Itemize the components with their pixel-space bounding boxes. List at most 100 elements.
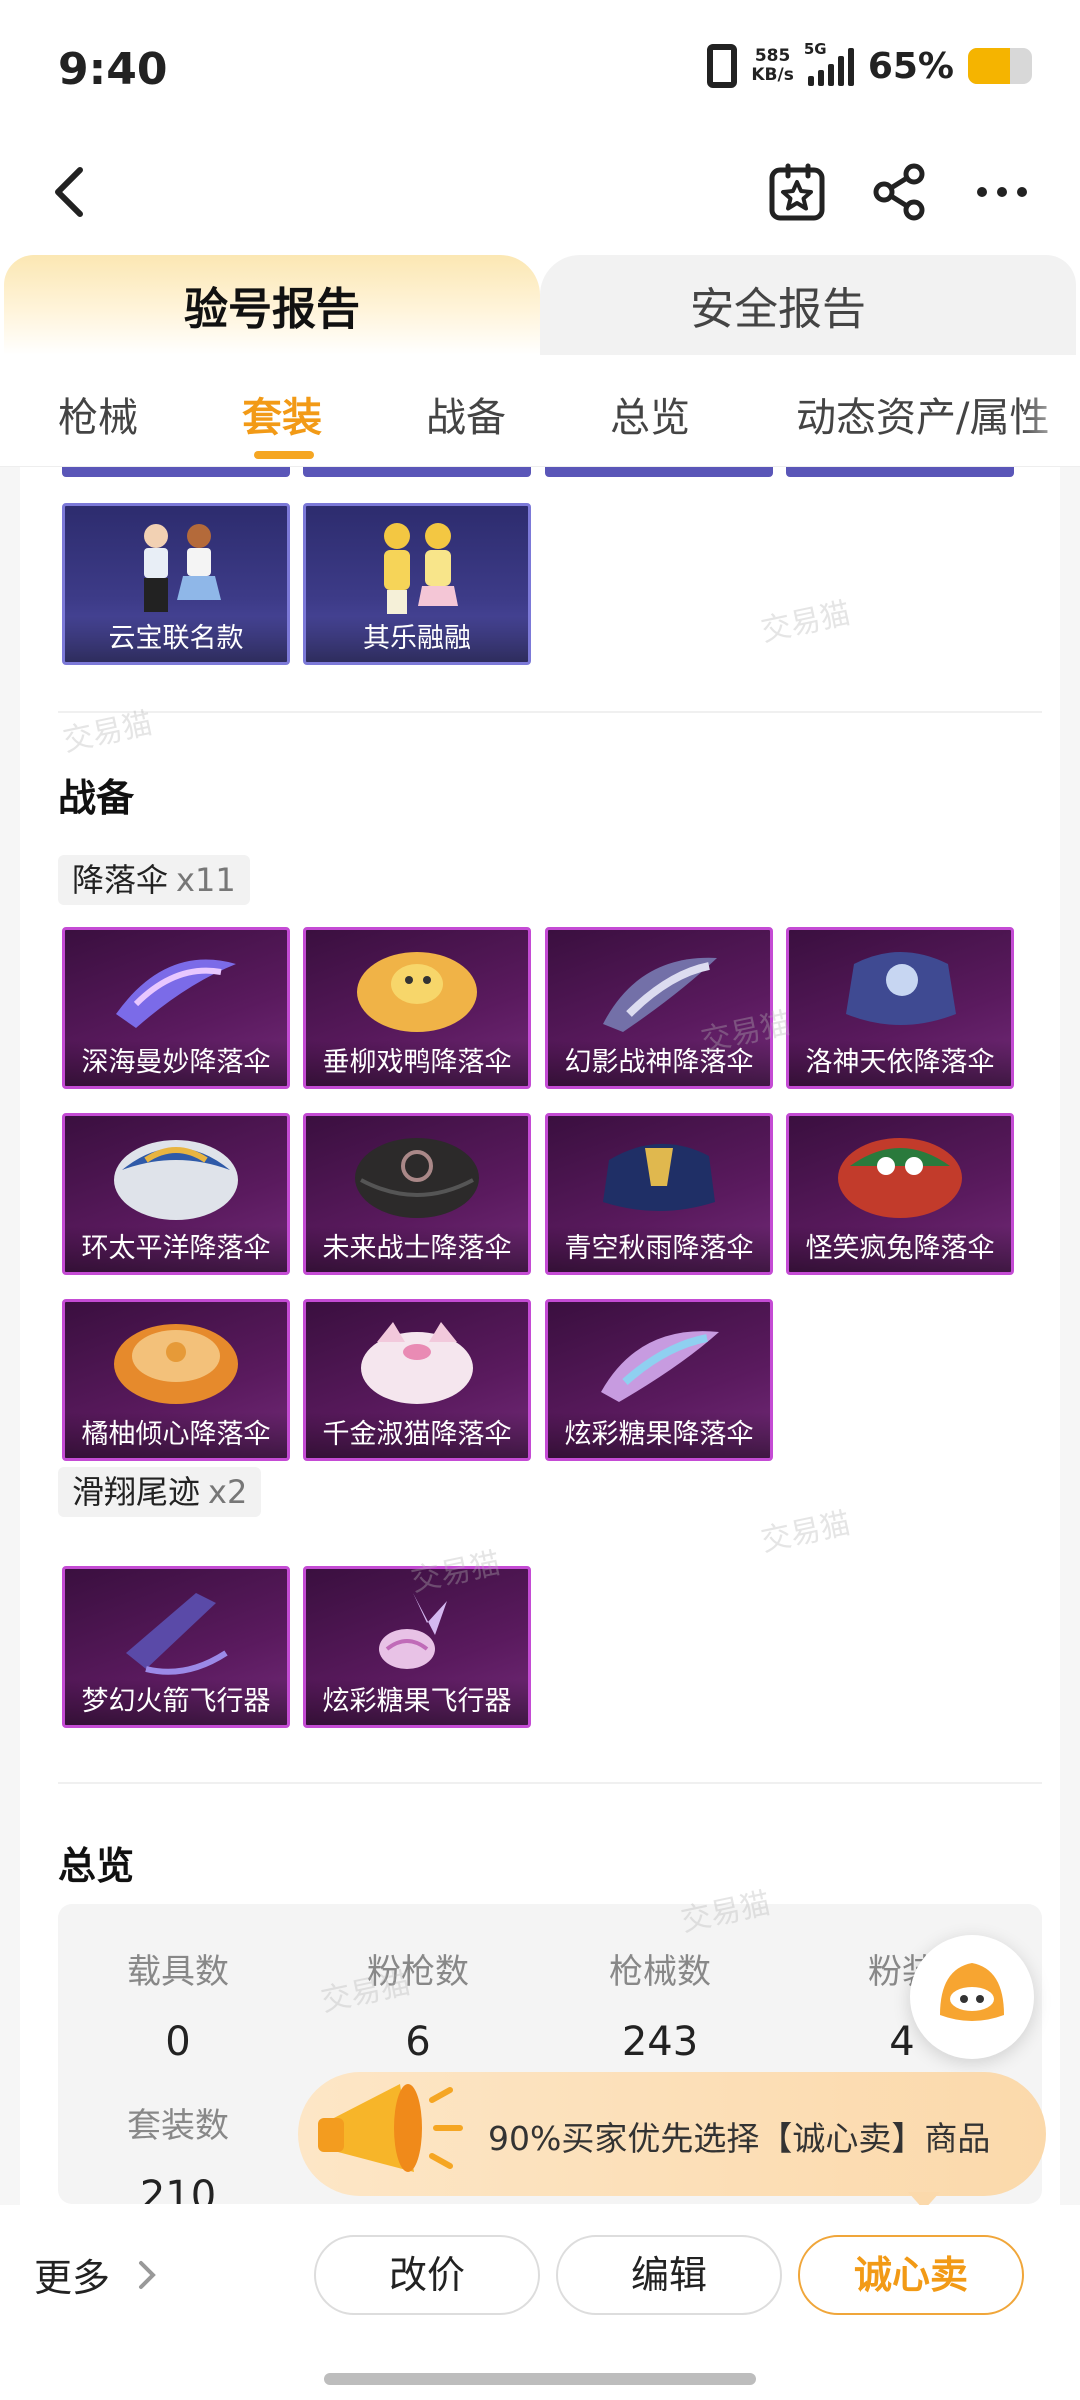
parachute-label: 未来战士降落伞	[306, 1226, 528, 1272]
stat-value: 243	[621, 2019, 699, 2065]
parachute-item[interactable]: 洛神天依降落伞	[786, 927, 1014, 1089]
stat-value: 0	[165, 2019, 191, 2065]
tab-account-report[interactable]: 验号报告	[4, 255, 540, 355]
outfit-figures-icon	[384, 523, 458, 614]
share-icon[interactable]	[868, 160, 932, 224]
app-page: 9:40 585 KB/s 5G 65% 验号报告 安全报告 枪械 套装 战备 …	[0, 0, 1080, 2400]
network-type: 5G	[803, 40, 827, 58]
parachute-item[interactable]: 未来战士降落伞	[303, 1113, 531, 1275]
edit-button[interactable]: 编辑	[556, 2235, 782, 2315]
section-divider	[58, 1782, 1042, 1784]
parachute-icon	[114, 1140, 238, 1220]
glider-icon	[126, 1593, 228, 1675]
outfit-item[interactable]: 云宝联名款	[62, 503, 290, 665]
home-indicator	[324, 2373, 756, 2385]
status-icons: 585 KB/s 5G 65%	[707, 40, 1032, 88]
parachute-label: 青空秋雨降落伞	[548, 1226, 770, 1272]
tab-dynamic-assets[interactable]: 动态资产/属性	[796, 385, 1049, 443]
parachute-label: 怪笑疯兔降落伞	[789, 1226, 1011, 1272]
chevron-right-icon	[139, 2260, 156, 2289]
stat-value: 210	[139, 2173, 217, 2204]
favorite-star-icon[interactable]	[766, 160, 830, 224]
parachute-label: 洛神天依降落伞	[789, 1040, 1011, 1086]
section-divider	[58, 711, 1042, 713]
parachute-chip-label: 降落伞	[72, 861, 169, 899]
parachute-label: 千金淑猫降落伞	[306, 1412, 528, 1458]
parachute-item[interactable]: 深海曼妙降落伞	[62, 927, 290, 1089]
tab-guns[interactable]: 枪械	[58, 385, 138, 443]
gear-section-title: 战备	[58, 776, 135, 820]
trail-chip-count: x2	[208, 1473, 248, 1511]
parachute-icon	[846, 952, 956, 1025]
battery-percent: 65%	[867, 45, 954, 87]
parachute-icon	[114, 1324, 238, 1404]
change-price-button[interactable]: 改价	[314, 2235, 540, 2315]
stat-value: 6	[405, 2019, 431, 2065]
parachute-item[interactable]: 垂柳戏鸭降落伞	[303, 927, 531, 1089]
outfit-figures-icon	[144, 524, 221, 612]
parachute-icon	[357, 952, 477, 1032]
parachute-icon	[603, 957, 717, 1032]
parachute-icon	[116, 959, 236, 1028]
content-card: 云宝联名款 其乐融融 战备 降落伞 x11 深海曼妙降落伞 垂柳戏鸭降落伞 幻影战…	[20, 467, 1060, 2207]
net-speed: 585 KB/s	[751, 47, 793, 85]
parachute-item[interactable]: 千金淑猫降落伞	[303, 1299, 531, 1461]
parachute-icon	[603, 1143, 715, 1211]
net-speed-unit: KB/s	[751, 65, 794, 85]
more-label: 更多	[34, 2256, 111, 2300]
tab-gear[interactable]: 战备	[426, 385, 506, 443]
tab-account-report-label: 验号报告	[184, 284, 360, 335]
bottom-action-bar: 更多 改价 编辑 诚心卖	[0, 2205, 1080, 2400]
back-icon[interactable]	[42, 162, 102, 222]
stat-key: 载具数	[127, 1952, 229, 1992]
parachute-icon	[838, 1138, 962, 1218]
parachute-icon	[361, 1322, 473, 1404]
glider-icon	[379, 1593, 447, 1669]
parachute-item[interactable]: 炫彩糖果降落伞	[545, 1299, 773, 1461]
status-time: 9:40	[58, 44, 168, 95]
active-tab-indicator	[254, 451, 314, 459]
parachute-count-chip: 降落伞 x11	[58, 855, 250, 905]
sincere-sell-button[interactable]: 诚心卖	[798, 2235, 1024, 2315]
tab-outfits[interactable]: 套装	[242, 385, 322, 443]
report-segment: 验号报告 安全报告 A	[0, 255, 1080, 355]
stat-key: 套装数	[127, 2106, 229, 2146]
trail-item[interactable]: 梦幻火箭飞行器	[62, 1566, 290, 1728]
watermark: 交易猫	[60, 705, 156, 759]
battery-icon	[968, 48, 1032, 84]
tab-overview[interactable]: 总览	[610, 385, 690, 443]
parachute-item[interactable]: 青空秋雨降落伞	[545, 1113, 773, 1275]
vibrate-icon	[707, 44, 738, 88]
net-speed-value: 585	[754, 46, 791, 66]
parachute-item[interactable]: 环太平洋降落伞	[62, 1113, 290, 1275]
parachute-item[interactable]: 怪笑疯兔降落伞	[786, 1113, 1014, 1275]
signal-icon: 5G	[804, 40, 854, 86]
trail-label: 炫彩糖果飞行器	[306, 1679, 528, 1725]
parachute-item[interactable]: 橘柚倾心降落伞	[62, 1299, 290, 1461]
mascot-icon	[940, 1963, 1004, 2021]
more-button[interactable]: 更多	[34, 2247, 158, 2302]
trail-chip-label: 滑翔尾迹	[72, 1473, 201, 1511]
parachute-label: 橘柚倾心降落伞	[65, 1412, 287, 1458]
parachute-label: 炫彩糖果降落伞	[548, 1412, 770, 1458]
stat-guns: 枪械数 243	[540, 1944, 780, 2065]
tab-security-report[interactable]: 安全报告 A	[540, 255, 1076, 355]
stat-key: 枪械数	[609, 1952, 711, 1992]
category-tabs: 枪械 套装 战备 总览 动态资产/属性	[0, 355, 1080, 467]
parachute-label: 幻影战神降落伞	[548, 1040, 770, 1086]
parachute-label: 垂柳戏鸭降落伞	[306, 1040, 528, 1086]
stat-outfits: 套装数 210	[58, 2098, 298, 2204]
outfit-item[interactable]: 其乐融融	[303, 503, 531, 665]
more-icon[interactable]	[970, 160, 1034, 224]
watermark: 交易猫	[758, 1505, 854, 1559]
parachute-item[interactable]: 幻影战神降落伞	[545, 927, 773, 1089]
trail-item[interactable]: 炫彩糖果飞行器	[303, 1566, 531, 1728]
stat-key: 粉枪数	[367, 1952, 469, 1992]
megaphone-icon	[318, 2084, 463, 2172]
outfit-label: 云宝联名款	[65, 616, 287, 662]
customer-service-button[interactable]	[910, 1935, 1034, 2059]
parachute-label: 深海曼妙降落伞	[65, 1040, 287, 1086]
overview-section-title: 总览	[58, 1844, 135, 1888]
status-bar: 9:40 585 KB/s 5G 65%	[0, 0, 1080, 140]
trail-label: 梦幻火箭飞行器	[65, 1679, 287, 1725]
